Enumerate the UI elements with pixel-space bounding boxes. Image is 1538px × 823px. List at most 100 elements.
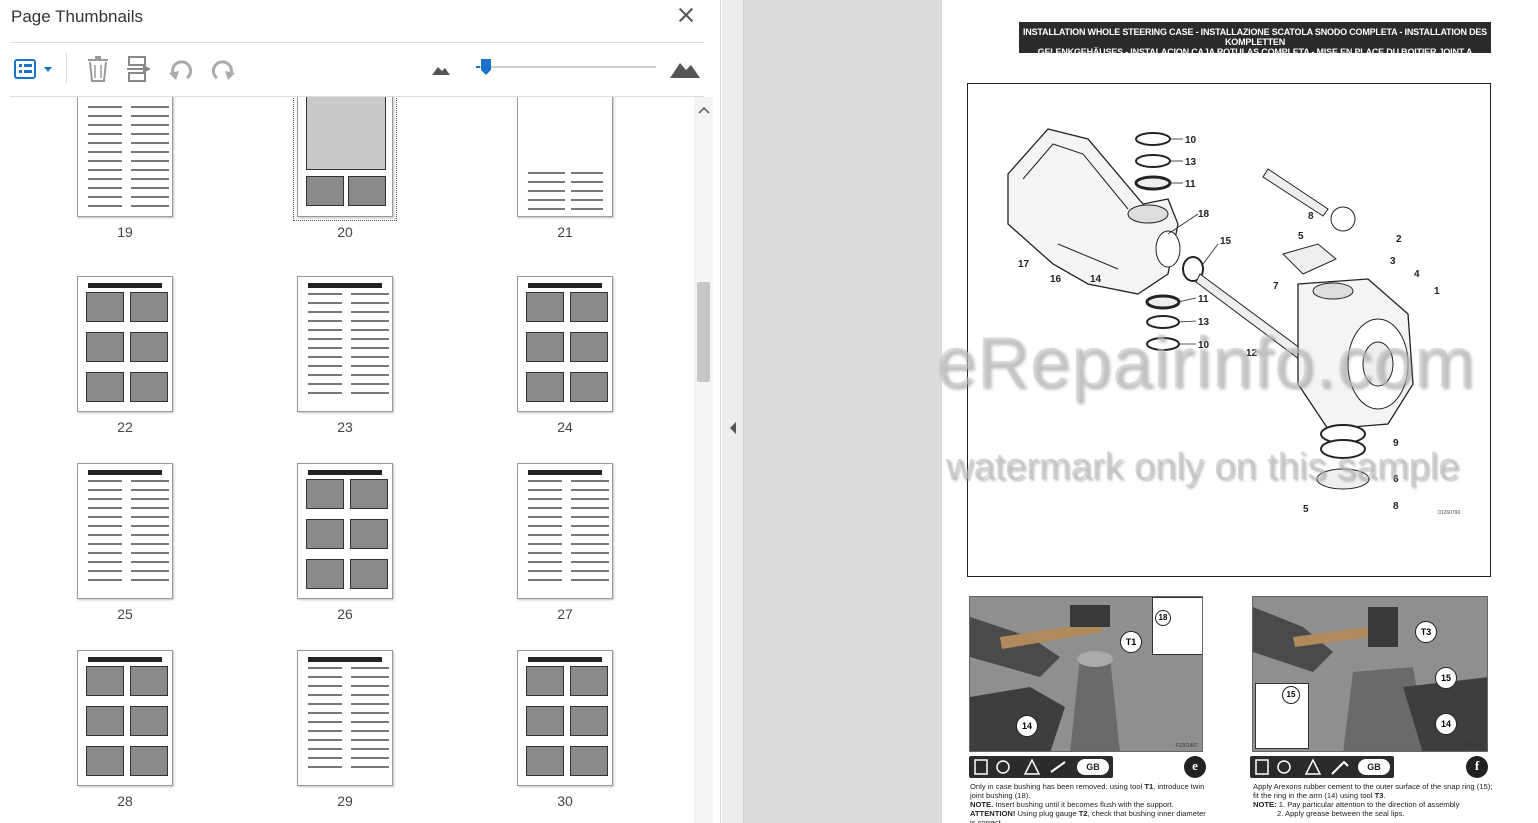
thumb-text-line <box>528 172 565 174</box>
thumb-text-line <box>88 561 122 563</box>
step-f-note-2: 2. Apply grease between the seal lips. <box>1277 809 1405 818</box>
thumb-text-line <box>88 169 122 171</box>
thumb-photo <box>306 559 344 589</box>
thumb-header-bar <box>308 283 382 288</box>
thumb-text-line <box>88 525 122 527</box>
thumbnail-scrollbar[interactable] <box>694 97 713 823</box>
thumbnail-page-20[interactable]: 20 <box>235 97 455 276</box>
part-label: 16 <box>1050 274 1062 285</box>
thumbnail-options-button[interactable] <box>11 54 55 84</box>
thumb-photo <box>570 332 608 362</box>
step-e-note-label: NOTE. <box>970 800 994 809</box>
thumb-text-line <box>351 685 389 687</box>
thumb-photo <box>570 706 608 736</box>
insert-pages-button[interactable] <box>124 54 154 84</box>
callout-tool: T1 <box>1120 631 1142 653</box>
detail-inset: 18 <box>1152 597 1202 655</box>
thumbnail-image[interactable] <box>297 650 393 786</box>
thumb-photo <box>306 479 344 509</box>
thumb-photo <box>130 332 168 362</box>
thumbnail-page-21[interactable]: 21 <box>455 97 675 276</box>
thumbnail-size-slider[interactable] <box>476 54 656 80</box>
thumb-text-line <box>308 365 342 367</box>
thumbnail-page-29[interactable]: 29 <box>235 650 455 823</box>
thumb-photo <box>570 666 608 696</box>
step-f-instructions: Apply Arexons rubber cement to the outer… <box>1253 782 1493 818</box>
part-label: 14 <box>1090 274 1102 285</box>
thumb-text-line <box>571 561 609 563</box>
callout-inset: 18 <box>1155 610 1171 626</box>
panel-splitter[interactable] <box>722 0 744 823</box>
thumb-text-line <box>308 374 342 376</box>
part-label: 2 <box>1396 234 1402 245</box>
thumb-text-line <box>351 730 389 732</box>
rotate-clockwise-button[interactable] <box>208 54 238 84</box>
thumb-text-line <box>528 516 562 518</box>
zoom-in-thumbnails-button[interactable] <box>668 54 702 84</box>
thumbnail-page-22[interactable]: 22 <box>15 276 235 463</box>
thumbnail-image[interactable] <box>77 276 173 412</box>
thumbnail-page-30[interactable]: 30 <box>455 650 675 823</box>
scrollbar-thumb[interactable] <box>697 282 710 382</box>
callout-inset: 15 <box>1282 686 1300 704</box>
thumbnail-page-28[interactable]: 28 <box>15 650 235 823</box>
scroll-up-button[interactable] <box>694 105 713 121</box>
thumb-photo <box>130 372 168 402</box>
collapse-panel-icon[interactable] <box>727 418 739 438</box>
step-f-photo: T3 15 14 15 F1261468 <box>1252 596 1488 752</box>
part-label: 11 <box>1185 179 1196 190</box>
thumbnail-page-24[interactable]: 24 <box>455 276 675 463</box>
thumb-text-line <box>88 124 122 126</box>
thumbnail-page-26[interactable]: 26 <box>235 463 455 650</box>
step-letter-f: f <box>1466 756 1488 778</box>
language-badge: GB <box>1358 759 1390 775</box>
thumbnail-page-19[interactable]: 19 <box>15 97 235 276</box>
thumb-text-line <box>308 703 342 705</box>
photo-reference: F1261468 <box>1460 743 1483 749</box>
thumb-text-line <box>131 570 169 572</box>
thumb-text-line <box>88 552 122 554</box>
thumb-photo <box>348 176 386 206</box>
thumbnail-page-23[interactable]: 23 <box>235 276 455 463</box>
thumb-text-line <box>131 552 169 554</box>
thumbnail-image[interactable] <box>293 97 397 221</box>
document-page: INSTALLATION WHOLE STEERING CASE - INSTA… <box>942 0 1538 823</box>
delete-pages-button[interactable] <box>84 54 112 84</box>
thumb-text-line <box>351 766 389 768</box>
thumbnail-page-25[interactable]: 25 <box>15 463 235 650</box>
thumb-text-line <box>528 525 562 527</box>
slider-thumb[interactable] <box>480 58 492 76</box>
thumb-text-line <box>131 561 169 563</box>
thumb-text-line <box>351 329 389 331</box>
thumbnail-image[interactable] <box>77 463 173 599</box>
thumbnail-image[interactable] <box>517 97 613 217</box>
rotate-counterclockwise-icon <box>169 60 192 80</box>
thumb-text-line <box>308 739 342 741</box>
thumb-text-line <box>528 552 562 554</box>
thumb-text-line <box>351 712 389 714</box>
thumb-text-line <box>88 133 122 135</box>
thumbnail-image[interactable] <box>297 276 393 412</box>
page-number-label: 25 <box>117 606 133 622</box>
thumbnail-image[interactable] <box>517 463 613 599</box>
thumb-text-line <box>131 579 169 581</box>
thumbnail-image[interactable] <box>517 276 613 412</box>
rotate-counterclockwise-button[interactable] <box>166 54 196 84</box>
thumbnail-image[interactable] <box>77 650 173 786</box>
close-panel-button[interactable] <box>675 4 697 26</box>
thumb-text-line <box>308 392 342 394</box>
thumbnail-page-27[interactable]: 27 <box>455 463 675 650</box>
part-label: 8 <box>1393 501 1399 512</box>
thumb-text-line <box>571 516 609 518</box>
thumbnail-image[interactable] <box>297 463 393 599</box>
photo-reference: F1261467 <box>1175 743 1198 749</box>
header-line-1: INSTALLATION WHOLE STEERING CASE - INSTA… <box>1023 27 1487 47</box>
thumbnail-image[interactable] <box>517 650 613 786</box>
thumb-text-line <box>351 338 389 340</box>
thumb-text-line <box>351 374 389 376</box>
part-label: 18 <box>1198 209 1210 220</box>
thumbnail-image[interactable] <box>77 97 173 217</box>
thumb-text-line <box>88 160 122 162</box>
zoom-out-thumbnails-button[interactable] <box>428 54 454 84</box>
thumb-text-line <box>131 196 169 198</box>
